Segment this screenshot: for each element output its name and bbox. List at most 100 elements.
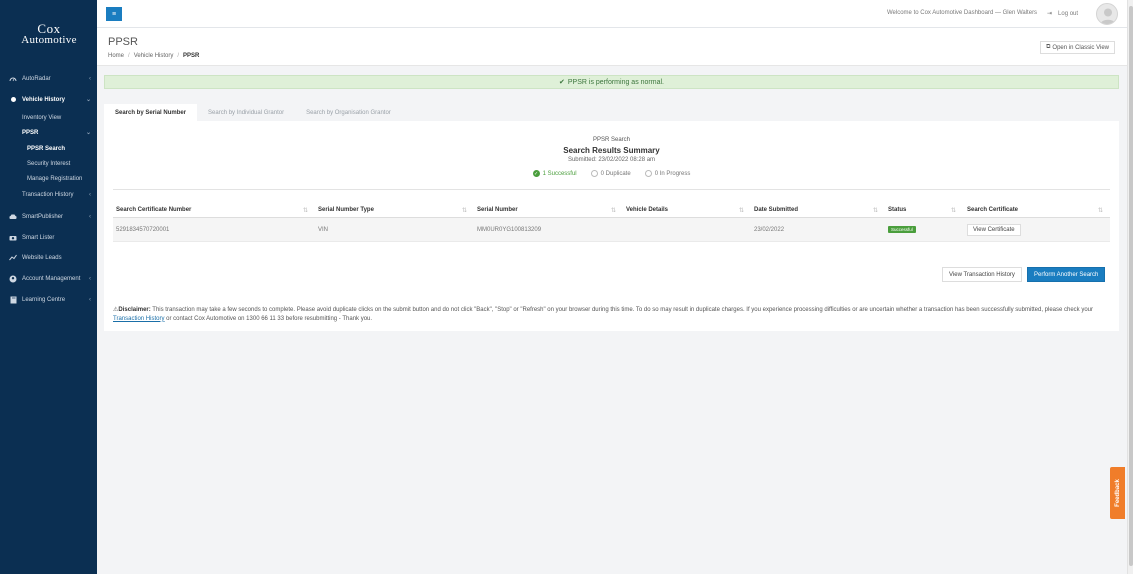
chevron-left-icon: ‹ — [89, 191, 91, 198]
check-circle-icon: ✓ — [532, 170, 540, 177]
column-header-serial-number[interactable]: Serial Number ⇅ — [477, 203, 622, 217]
cell-cert-number: 5291834570720001 — [116, 226, 170, 233]
breadcrumb: Home / Vehicle History / PPSR — [108, 53, 199, 59]
cell-search-certificate: View Certificate — [967, 218, 1021, 241]
divider — [113, 189, 1110, 190]
view-certificate-button[interactable]: View Certificate — [967, 223, 1021, 236]
sidebar-item-ppsr-search[interactable]: PPSR Search — [0, 141, 97, 156]
column-header-label: Status — [888, 207, 907, 213]
sidebar-item-label: SmartPublisher — [22, 213, 64, 220]
logout-link[interactable]: ⇥ Log out — [1047, 10, 1079, 18]
tab-individual-grantor[interactable]: Search by Individual Grantor — [197, 104, 295, 121]
breadcrumb-separator: / — [128, 53, 130, 59]
sidebar-item-label: Inventory View — [22, 114, 62, 121]
cox-automotive-logo[interactable]: Cox Automotive — [12, 22, 86, 46]
sidebar-item-autoradar[interactable]: AutoRadar ‹ — [0, 71, 97, 86]
sort-icon: ⇅ — [872, 207, 878, 214]
column-header-cert[interactable]: Search Certificate Number ⇅ — [116, 203, 314, 217]
results-panel: PPSR Search Search Results Summary Submi… — [104, 121, 1119, 331]
logout-icon: ⇥ — [1047, 11, 1053, 17]
status-alert: ✔ PPSR is performing as normal. — [104, 75, 1119, 89]
sidebar-item-smartpublisher[interactable]: SmartPublisher ‹ — [0, 209, 97, 224]
stat-successful: ✓ 1 Successful — [532, 170, 577, 177]
sidebar-item-vehicle-history[interactable]: Vehicle History ⌄ — [0, 92, 97, 107]
breadcrumb-separator: / — [177, 53, 180, 59]
summary-stats: ✓ 1 Successful 0 Duplicate 0 In Progress — [104, 170, 1119, 177]
summary-submitted: Submitted: 23/02/2022 08:28 am — [567, 157, 656, 163]
sidebar-item-label: Manage Registration — [27, 175, 83, 182]
sidebar-item-label: Learning Centre — [22, 296, 66, 303]
sort-icon: ⇅ — [950, 207, 956, 214]
cell-serial-number: MM0UR0YG100813209 — [477, 226, 542, 233]
logo-line-2: Automotive — [21, 34, 77, 46]
sidebar-item-label: PPSR Search — [27, 145, 66, 152]
stat-in-progress: 0 In Progress — [644, 170, 691, 177]
tab-serial-number[interactable]: Search by Serial Number — [104, 104, 198, 121]
breadcrumb-home[interactable]: Home — [108, 53, 124, 59]
check-icon: ✔ — [559, 79, 565, 86]
scrollbar[interactable] — [1127, 0, 1133, 574]
sidebar-item-manage-registration[interactable]: Manage Registration — [0, 171, 97, 186]
perform-another-search-button[interactable]: Perform Another Search — [1027, 267, 1106, 282]
summary-label: PPSR Search — [592, 137, 631, 143]
breadcrumb-vehicle-history[interactable]: Vehicle History — [134, 53, 174, 59]
sidebar-item-inventory-view[interactable]: Inventory View — [0, 110, 97, 125]
sort-icon: ⇅ — [610, 207, 616, 214]
sidebar-item-label: Website Leads — [22, 254, 62, 261]
table-row: 5291834570720001 VIN MM0UR0YG100813209 2… — [113, 218, 1110, 242]
gauge-icon — [8, 75, 18, 82]
sidebar-item-label: PPSR — [22, 129, 39, 136]
stat-duplicate: 0 Duplicate — [590, 170, 631, 177]
column-header-label: Vehicle Details — [626, 207, 669, 213]
stat-in-progress-label: 0 In Progress — [654, 170, 691, 177]
sidebar-item-website-leads[interactable]: Website Leads — [0, 250, 97, 265]
user-icon — [8, 275, 18, 283]
open-classic-view-label: Open in Classic View — [1052, 44, 1109, 51]
tab-organisation-grantor[interactable]: Search by Organisation Grantor — [295, 104, 402, 121]
feedback-label: Feedback — [1114, 479, 1121, 507]
disclaimer: ⚠Disclaimer: This transaction may take a… — [113, 306, 1110, 323]
column-header-label: Serial Number Type — [318, 207, 374, 213]
sidebar-item-account-management[interactable]: Account Management ‹ — [0, 271, 97, 286]
sidebar-item-label: AutoRadar — [22, 75, 51, 82]
sidebar-item-transaction-history[interactable]: Transaction History ‹ — [0, 187, 97, 202]
column-header-status[interactable]: Status ⇅ — [888, 203, 962, 217]
column-header-search-certificate[interactable]: Search Certificate ⇅ — [967, 203, 1109, 217]
transaction-history-link[interactable]: Transaction History — [113, 316, 164, 322]
sort-icon: ⇅ — [738, 207, 744, 214]
sidebar-item-label: Security Interest — [27, 160, 71, 167]
stat-duplicate-label: 0 Duplicate — [600, 170, 631, 177]
feedback-button[interactable]: Feedback — [1110, 467, 1125, 519]
chevron-left-icon: ‹ — [89, 296, 91, 303]
top-bar: ≡ Welcome to Cox Automotive Dashboard — … — [97, 0, 1127, 28]
cell-date-submitted: 23/02/2022 — [754, 226, 785, 233]
sidebar-item-learning-centre[interactable]: Learning Centre ‹ — [0, 292, 97, 307]
logout-label: Log out — [1058, 10, 1079, 17]
camera-icon — [8, 235, 18, 241]
sort-icon: ⇅ — [461, 207, 467, 214]
empty-circle-icon — [590, 170, 598, 177]
cell-status: Successful — [888, 218, 916, 241]
empty-circle-icon — [644, 170, 652, 177]
open-classic-view-button[interactable]: ⧉ Open in Classic View — [1040, 41, 1115, 54]
view-transaction-history-button[interactable]: View Transaction History — [942, 267, 1022, 282]
scrollbar-thumb[interactable] — [1129, 6, 1133, 566]
avatar[interactable] — [1096, 3, 1118, 25]
external-link-icon: ⧉ — [1046, 44, 1051, 50]
cell-serial-type: VIN — [318, 226, 329, 233]
sidebar-item-label: Vehicle History — [22, 96, 66, 103]
welcome-text: Welcome to Cox Automotive Dashboard — Gl… — [887, 10, 1038, 16]
sidebar-item-label: Transaction History — [22, 191, 74, 198]
sidebar-item-security-interest[interactable]: Security Interest — [0, 156, 97, 171]
column-header-date-submitted[interactable]: Date Submitted ⇅ — [754, 203, 884, 217]
breadcrumb-current: PPSR — [183, 53, 200, 59]
book-icon — [8, 296, 18, 304]
disclaimer-label: Disclaimer: — [118, 307, 151, 313]
menu-toggle-button[interactable]: ≡ — [106, 7, 122, 21]
column-header-vehicle-details[interactable]: Vehicle Details ⇅ — [626, 203, 750, 217]
chevron-left-icon: ‹ — [89, 275, 91, 282]
column-header-label: Search Certificate — [967, 207, 1019, 213]
sidebar-item-smart-lister[interactable]: Smart Lister — [0, 230, 97, 245]
column-header-serial-type[interactable]: Serial Number Type ⇅ — [318, 203, 473, 217]
sidebar-item-ppsr[interactable]: PPSR ⌄ — [0, 125, 97, 140]
